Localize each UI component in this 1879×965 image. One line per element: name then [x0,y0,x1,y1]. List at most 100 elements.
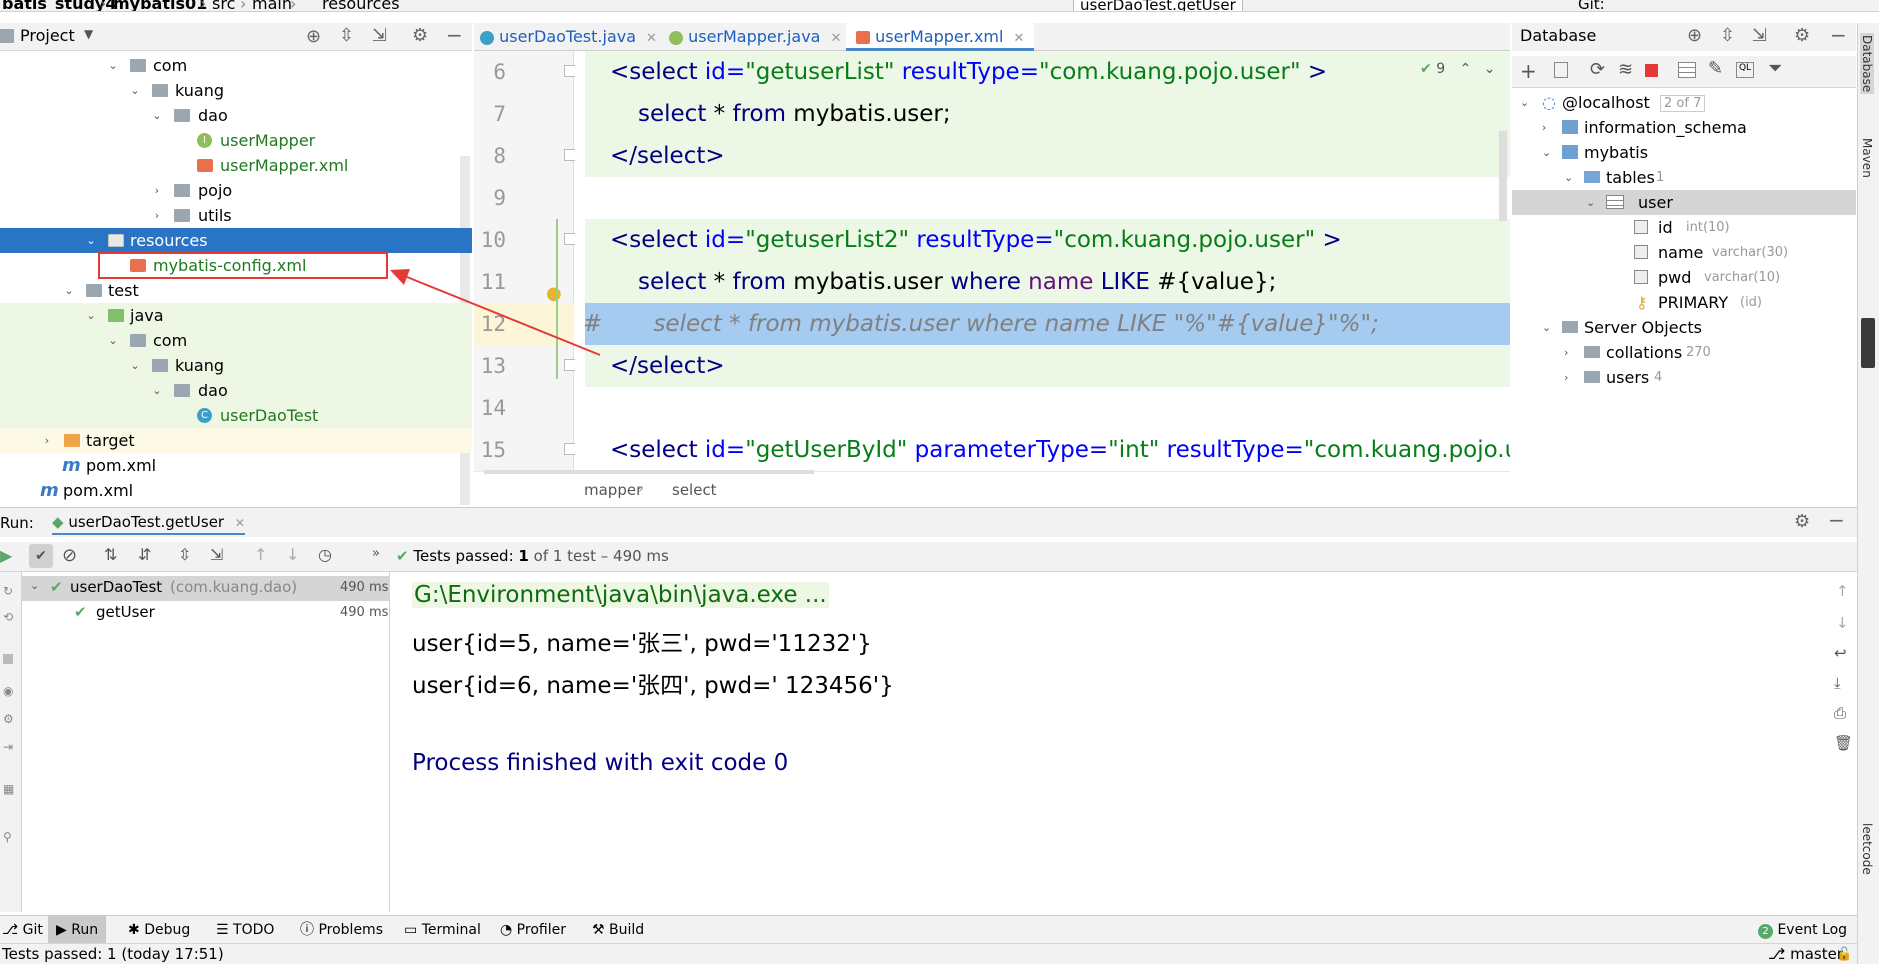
chevron-up-icon[interactable]: ⌃ [1460,61,1472,77]
print-icon[interactable]: ⎙ [1834,704,1846,722]
show-ignored-icon[interactable]: ⊘ [62,545,77,566]
tree-item-kuang-test[interactable]: ⌄ kuang [0,353,472,378]
memory-indicator[interactable] [1861,318,1875,368]
camera-icon[interactable]: ◉ [3,684,13,698]
code-editor[interactable]: <select id="getuserList" resultType="com… [575,51,1510,471]
tree-item-com[interactable]: ⌄ com [0,53,472,78]
tool-profiler[interactable]: ◔ Profiler [500,916,566,944]
expand-all-icon[interactable]: ⇳ [339,25,354,46]
db-item-information-schema[interactable]: › information_schema [1512,115,1856,140]
arrow-down-icon[interactable]: ↓ [1836,614,1849,632]
tab-usermapper-xml[interactable]: userMapper.xml ✕ [846,23,1035,51]
crumb-src[interactable]: src [212,0,235,11]
copy-icon[interactable] [1554,62,1568,78]
tree-item-resources[interactable]: ⌄ resources [0,228,472,253]
chevron-down-icon[interactable]: ▼ [84,27,93,41]
arrow-up-icon[interactable]: ↑ [254,545,267,564]
tree-item-dao[interactable]: ⌄ dao [0,103,472,128]
collapse-all-icon[interactable]: ⇲ [1752,25,1767,46]
branch-widget[interactable]: ⎇ master [1768,944,1843,965]
run-tab[interactable]: ◆ userDaoTest.getUser ✕ [52,513,245,535]
tool-build[interactable]: ⚒ Build [592,916,644,944]
crumb-main[interactable]: main [252,0,292,11]
tab-userdaotest-java[interactable]: userDaoTest.java ✕ [480,23,657,51]
db-item-localhost[interactable]: ⌄ ◌ @localhost 2 of 7 [1512,90,1856,115]
db-item-collations[interactable]: › collations 270 [1512,340,1856,365]
pin-icon[interactable]: ⚲ [3,830,12,844]
tool-run[interactable]: ▶ Run [48,916,107,944]
breadcrumb-mapper[interactable]: mapper [584,481,642,499]
history-icon[interactable]: ◷ [318,545,332,564]
toggle-auto-test-icon[interactable]: ⟲ [3,610,13,624]
event-log-button[interactable]: 2 Event Log [1758,916,1847,944]
gear-icon[interactable]: ⚙ [1794,25,1810,46]
table-icon[interactable] [1678,62,1696,78]
locate-icon[interactable]: ⊕ [1687,25,1702,46]
tree-item-dao-test[interactable]: ⌄ dao [0,378,472,403]
edit-icon[interactable]: ✎ [1708,58,1723,79]
tree-item-userdaotest[interactable]: C userDaoTest [0,403,472,428]
lock-icon[interactable]: 🔓 [1836,944,1852,965]
tool-debug[interactable]: ✱ Debug [128,916,190,944]
rerun-icon[interactable]: ▶ [0,546,12,565]
scroll-to-end-icon[interactable]: ⤓ [1834,674,1841,692]
test-row-userdaotest[interactable]: ⌄ ✔ userDaoTest (com.kuang.dao) 490 ms [22,576,390,601]
close-icon[interactable]: ✕ [235,516,245,530]
db-item-primary-key[interactable]: ⚷ PRIMARY (id) [1512,290,1856,315]
db-item-tables[interactable]: ⌄ tables 1 [1512,165,1856,190]
tree-item-pom-root[interactable]: m pom.xml [0,478,472,503]
crumb-resources[interactable]: resources [322,0,400,11]
sort-alpha-icon[interactable]: ⇅ [104,545,117,564]
tree-item-pom-module[interactable]: m pom.xml [0,453,472,478]
tree-item-mybatis-config[interactable]: mybatis-config.xml [0,252,472,279]
tree-item-pojo[interactable]: › pojo [0,178,472,203]
refresh-icon[interactable]: ⟳ [1590,59,1605,80]
editor-scrollbar[interactable] [1499,131,1507,221]
close-icon[interactable]: ✕ [830,31,841,46]
rerun-failed-icon[interactable]: ↻ [3,584,13,598]
tool-todo[interactable]: ☰ TODO [216,916,274,944]
tool-problems[interactable]: ⓘ Problems [300,916,383,944]
expand-all-icon[interactable]: ⇳ [1720,25,1735,46]
sql-console-icon[interactable]: QL [1736,62,1754,78]
soft-wrap-icon[interactable]: ↩ [1834,644,1847,662]
trash-icon[interactable]: 🗑 [1834,734,1853,752]
db-item-column-pwd[interactable]: pwd varchar(10) [1512,265,1856,290]
run-config-selector[interactable]: userDaoTest.getUser [1073,0,1243,11]
tree-item-usermapper-xml[interactable]: userMapper.xml [0,153,472,178]
chevron-down-icon[interactable]: ⌄ [106,53,120,78]
gear-icon[interactable]: ⚙ [1794,511,1810,532]
tab-usermapper-java[interactable]: userMapper.java ✕ [669,23,841,51]
import-icon[interactable]: ⇥ [3,740,13,754]
db-item-column-id[interactable]: id int(10) [1512,215,1856,240]
schema-icon[interactable]: ≋ [1618,59,1633,80]
tool-git[interactable]: ⎇ Git [2,916,43,944]
db-item-user-table[interactable]: ⌄ user [1512,190,1856,215]
close-icon[interactable]: ✕ [646,31,657,46]
horizontal-scrollbar[interactable] [484,470,814,474]
tree-item-test[interactable]: ⌄ test [0,278,472,303]
console-output[interactable]: G:\Environment\java\bin\java.exe ... use… [391,572,1831,912]
more-icon[interactable]: » [372,546,380,561]
inspection-widget[interactable]: ✔ 9 ⌃ ⌄ [1420,61,1495,77]
crumb-module[interactable]: mybatis01 [113,0,207,11]
collapse-all-icon[interactable]: ⇲ [210,545,223,564]
arrow-down-icon[interactable]: ↓ [286,545,299,564]
stop-icon[interactable] [3,654,13,664]
leetcode-tool-button[interactable]: leetcode [1860,823,1874,875]
tool-terminal[interactable]: ▭ Terminal [404,916,481,944]
show-passed-toggle[interactable]: ✔ [29,544,53,568]
minimize-icon[interactable]: − [1828,508,1845,532]
tree-item-kuang[interactable]: ⌄ kuang [0,78,472,103]
database-tool-button[interactable]: Database [1860,33,1874,95]
breadcrumb-select[interactable]: select [672,481,717,499]
minimize-icon[interactable]: − [1830,23,1847,47]
settings-icon[interactable]: ⚙ [3,712,14,726]
tree-item-target[interactable]: › target [0,428,472,453]
db-item-users[interactable]: › users 4 [1512,365,1856,390]
db-item-column-name[interactable]: name varchar(30) [1512,240,1856,265]
minimize-icon[interactable]: − [446,23,463,47]
chevron-down-icon[interactable]: ⌄ [1484,61,1496,77]
collapse-all-icon[interactable]: ⇲ [372,25,387,46]
db-item-mybatis[interactable]: ⌄ mybatis [1512,140,1856,165]
